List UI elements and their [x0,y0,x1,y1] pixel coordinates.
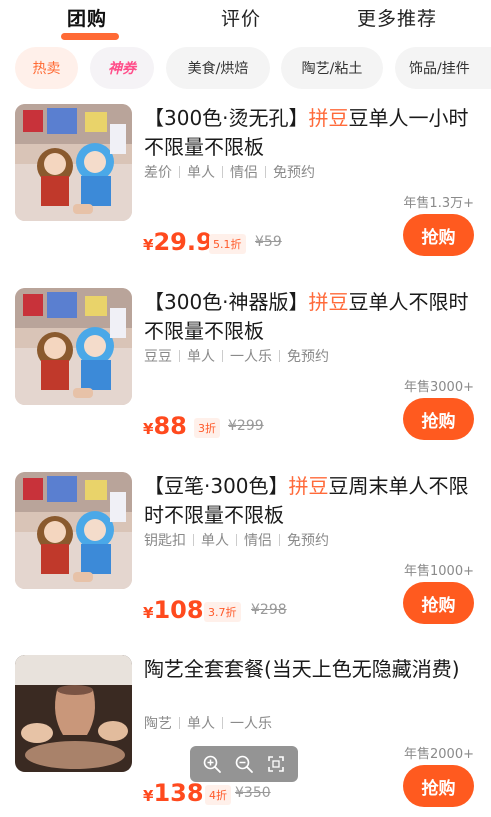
annual-sales: 年售1000+ [404,564,474,579]
item-tag: 单人 [187,716,215,732]
currency-symbol: ¥ [143,420,154,438]
item-title[interactable]: 陶艺全套套餐(当天上色无隐藏消费) [144,655,474,684]
currency-symbol: ¥ [143,604,154,622]
zoom-in-icon[interactable] [202,754,222,774]
discount-badge: 3折 [194,418,220,438]
original-price: ¥59 [255,234,282,250]
original-price: ¥350 [235,785,271,801]
chip-food-baking[interactable]: 美食/烘焙 [166,47,270,89]
deal-item[interactable]: 陶艺全套套餐(当天上色无隐藏消费) 陶艺 单人 一人乐 年售2000+ ¥138 4… [0,655,491,817]
item-title[interactable]: 【豆笔·300色】拼豆豆周末单人不限时不限量不限板 [144,472,474,530]
image-zoom-toolbar [190,746,298,782]
item-tag: 单人 [201,533,229,549]
item-tag: 豆豆 [144,349,172,365]
tag-separator [179,166,180,178]
item-title-prefix: 【豆笔·300色】 [144,474,289,498]
currency-symbol: ¥ [143,787,154,805]
item-tags: 豆豆 单人 一人乐 免预约 [144,346,329,366]
item-title-highlight: 拼豆 [288,474,329,498]
item-tag: 情侣 [230,165,258,181]
tag-separator [236,534,237,546]
item-tag: 免预约 [287,349,329,365]
item-title-prefix: 陶艺全套套餐(当天上色无隐藏消费) [144,657,460,681]
perler-bead-photo [15,472,132,589]
pottery-wheel-photo [15,655,132,772]
item-tag: 免预约 [273,165,315,181]
fit-screen-icon[interactable] [266,754,286,774]
perler-bead-photo [15,288,132,405]
item-tag: 一人乐 [230,349,272,365]
deal-item[interactable]: 【豆笔·300色】拼豆豆周末单人不限时不限量不限板 钥匙扣 单人 情侣 免预约 年售1… [0,472,491,656]
tag-separator [179,350,180,362]
item-tags: 差价 单人 情侣 免预约 [144,162,315,182]
tab-more-recommend[interactable]: 更多推荐 [357,4,437,31]
item-tag: 陶艺 [144,716,172,732]
item-title[interactable]: 【300色·烫无孔】拼豆豆单人一小时不限量不限板 [144,104,474,162]
currency-symbol: ¥ [143,236,154,254]
buy-button[interactable]: 抢购 [403,765,474,807]
price-value: 29.9 [153,228,213,256]
tag-separator [265,166,266,178]
item-thumbnail[interactable] [15,472,132,589]
chip-hot-sale[interactable]: 热卖 [15,47,78,89]
tag-separator [179,717,180,729]
item-price: ¥138 [143,779,204,807]
category-chips: 热卖 神券 美食/烘焙 陶艺/粘土 饰品/挂件 [0,47,491,91]
tab-active-indicator [61,33,119,40]
tag-separator [279,350,280,362]
item-thumbnail[interactable] [15,655,132,772]
buy-button[interactable]: 抢购 [403,582,474,624]
price-value: 88 [153,412,187,440]
item-title-highlight: 拼豆 [308,290,349,314]
item-tag: 情侣 [244,533,272,549]
price-value: 138 [153,779,204,807]
item-title-highlight: 拼豆 [308,106,349,130]
item-title-prefix: 【300色·神器版】 [144,290,309,314]
deal-item[interactable]: 【300色·烫无孔】拼豆豆单人一小时不限量不限板 差价 单人 情侣 免预约 年售1.3… [0,104,491,288]
buy-button[interactable]: 抢购 [403,214,474,256]
tag-separator [222,166,223,178]
deal-item[interactable]: 【300色·神器版】拼豆豆单人不限时不限量不限板 豆豆 单人 一人乐 免预约 年售30… [0,288,491,472]
item-thumbnail[interactable] [15,104,132,221]
tag-separator [222,350,223,362]
discount-badge: 4折 [205,785,231,805]
tag-separator [193,534,194,546]
annual-sales: 年售3000+ [404,380,474,395]
item-tag: 差价 [144,165,172,181]
tab-reviews[interactable]: 评价 [221,4,261,31]
item-title[interactable]: 【300色·神器版】拼豆豆单人不限时不限量不限板 [144,288,474,346]
item-tag: 单人 [187,165,215,181]
item-title-prefix: 【300色·烫无孔】 [144,106,309,130]
original-price: ¥298 [251,602,287,618]
top-tab-bar: 团购 评价 更多推荐 [0,0,491,44]
tag-separator [222,717,223,729]
tab-group-buy[interactable]: 团购 [67,4,107,31]
chip-coupon[interactable]: 神券 [90,47,154,89]
perler-bead-photo [15,104,132,221]
annual-sales: 年售1.3万+ [403,196,474,211]
tag-separator [279,534,280,546]
item-tags: 陶艺 单人 一人乐 [144,713,272,733]
discount-badge: 5.1折 [209,234,246,254]
discount-badge: 3.7折 [204,602,241,622]
item-tags: 钥匙扣 单人 情侣 免预约 [144,530,329,550]
item-tag: 免预约 [287,533,329,549]
zoom-out-icon[interactable] [234,754,254,774]
buy-button[interactable]: 抢购 [403,398,474,440]
original-price: ¥299 [228,418,264,434]
item-tag: 单人 [187,349,215,365]
item-price: ¥88 [143,412,187,440]
item-price: ¥108 [143,596,204,624]
item-tag: 一人乐 [230,716,272,732]
annual-sales: 年售2000+ [404,747,474,762]
price-value: 108 [153,596,204,624]
item-tag: 钥匙扣 [144,533,186,549]
chip-accessories[interactable]: 饰品/挂件 [395,47,491,89]
item-price: ¥29.9 [143,228,213,256]
chip-pottery-clay[interactable]: 陶艺/粘土 [281,47,383,89]
item-thumbnail[interactable] [15,288,132,405]
